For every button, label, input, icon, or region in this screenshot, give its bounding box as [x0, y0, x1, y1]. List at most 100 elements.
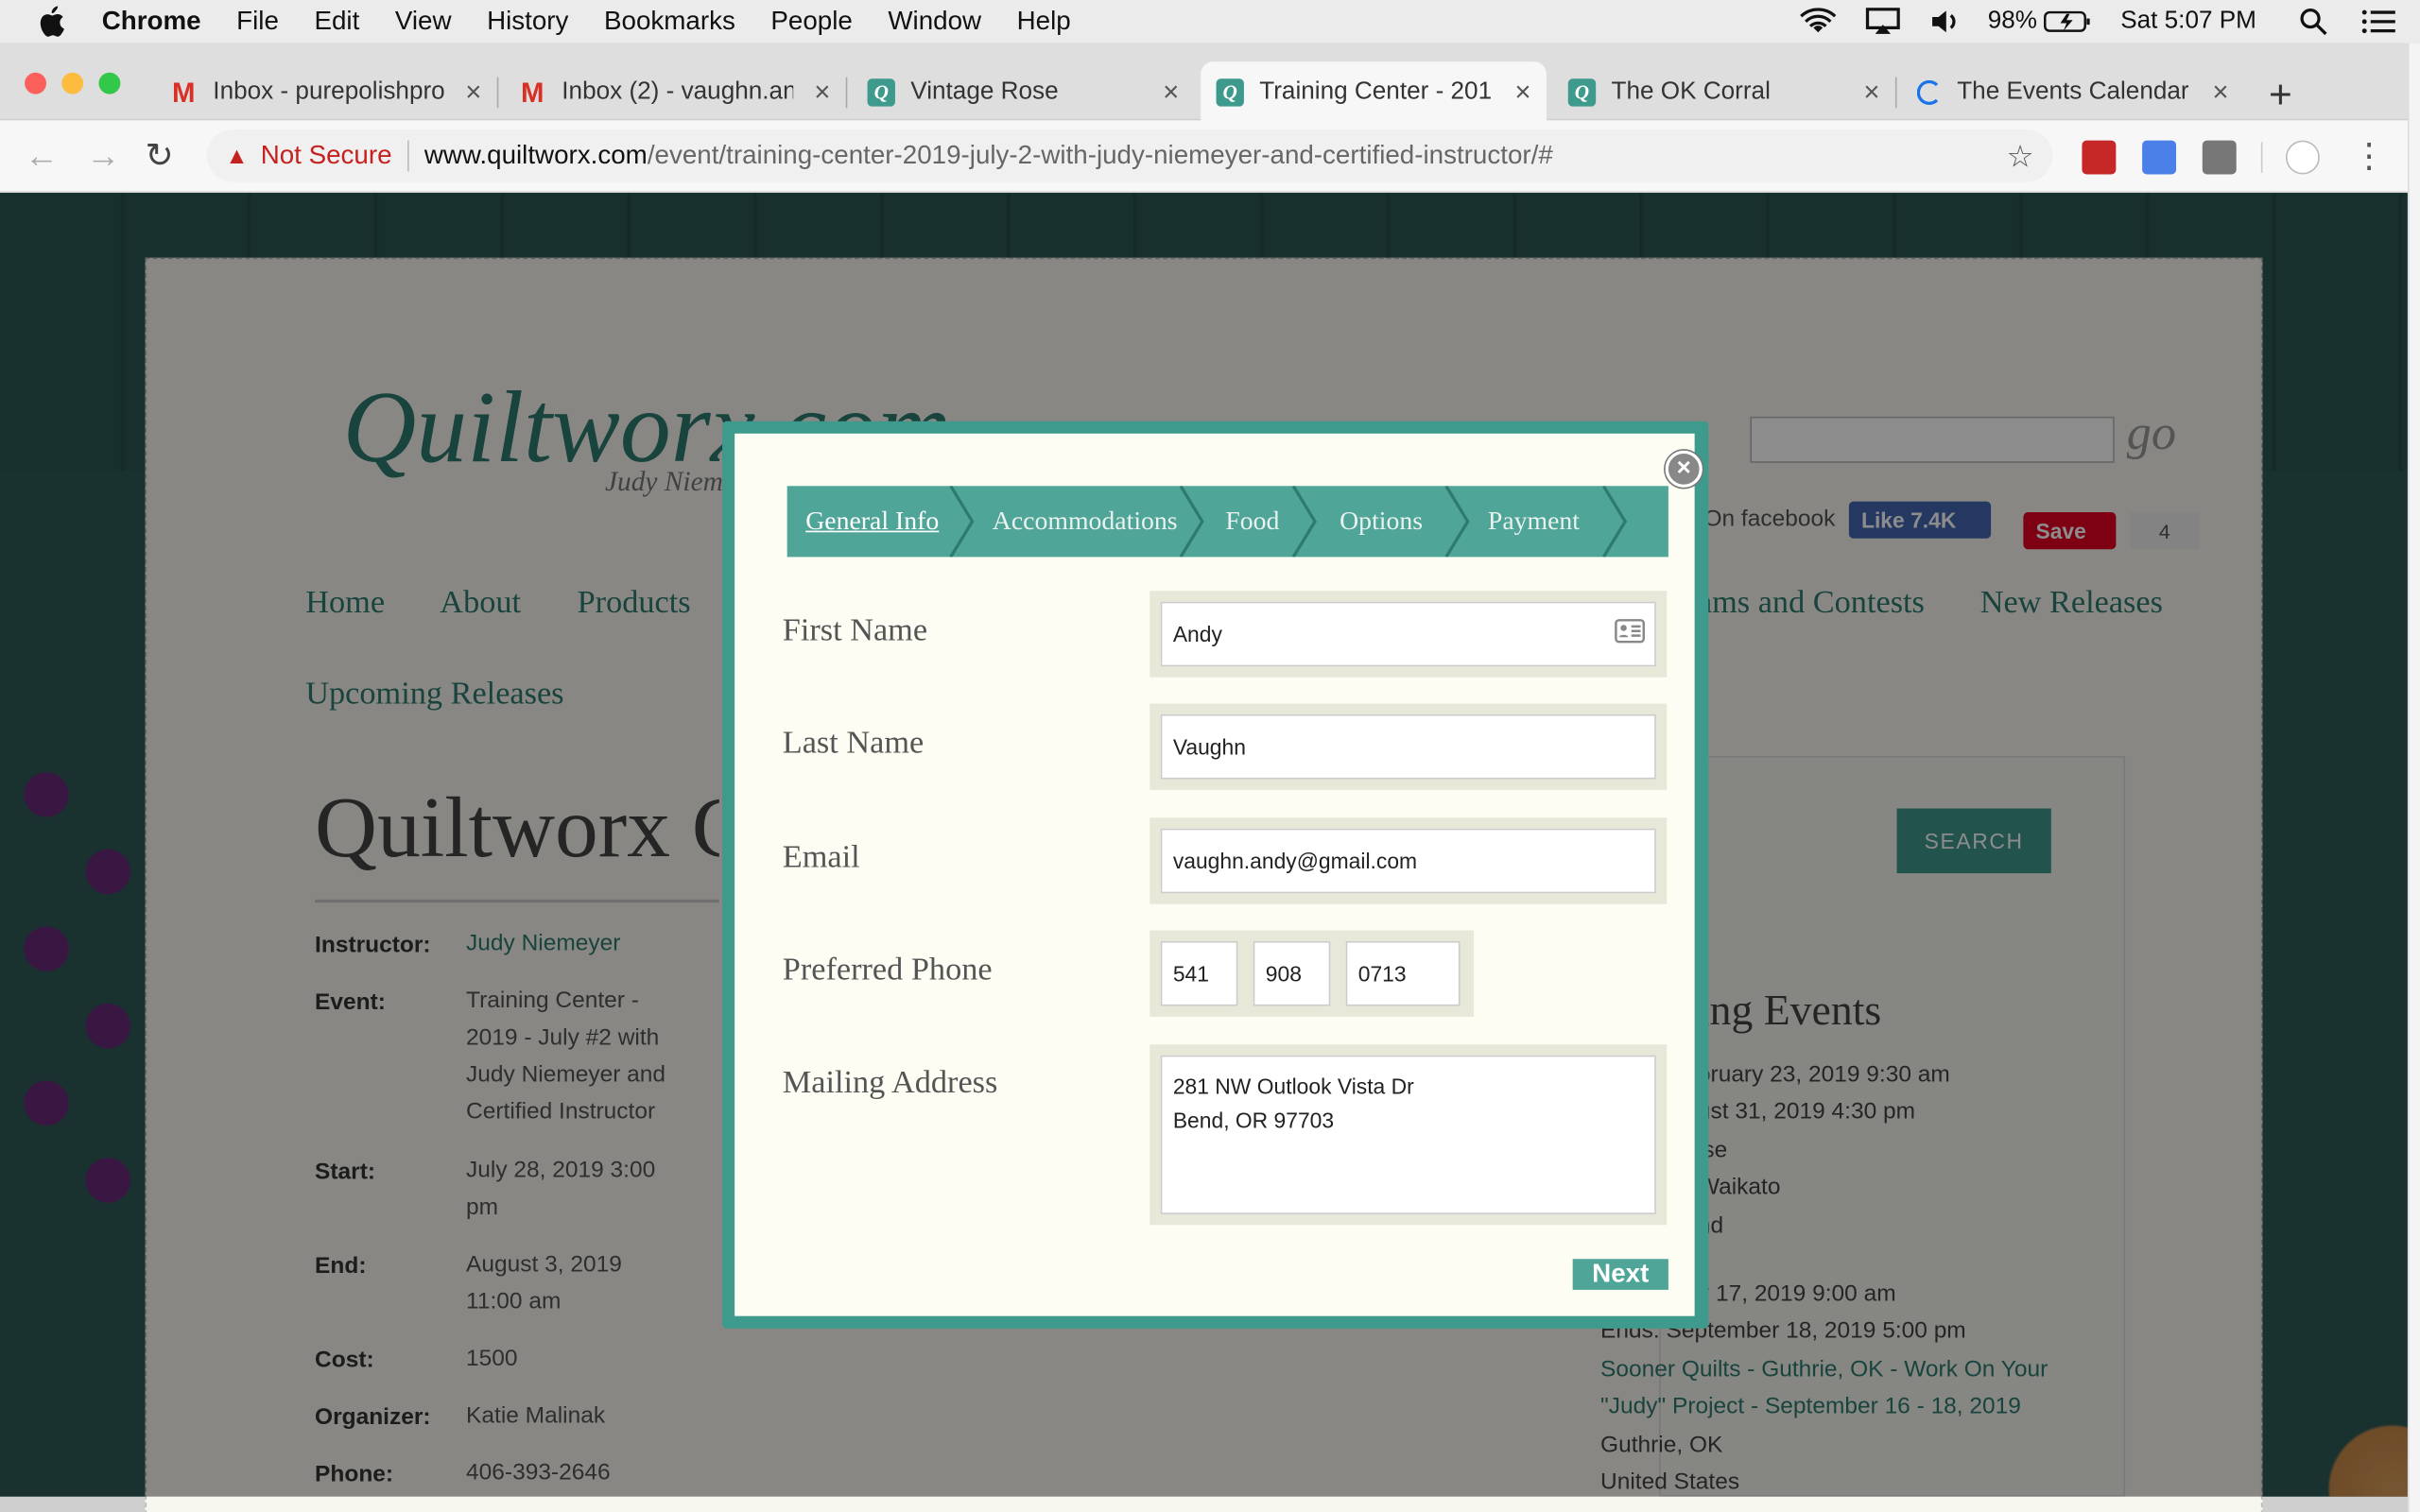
apple-icon[interactable]	[37, 6, 68, 38]
last-name-input[interactable]: Vaughn	[1160, 713, 1656, 780]
email-field[interactable]: vaughn.andy@gmail.com	[1160, 828, 1656, 894]
first-name-input[interactable]: Andy	[1160, 601, 1656, 667]
chrome-menu-icon[interactable]: ⋮	[2352, 136, 2386, 176]
step-options[interactable]: Options	[1340, 486, 1423, 557]
loading-icon	[1916, 79, 1942, 106]
toolbar-divider	[2260, 142, 2263, 173]
tab-inbox-purepolish[interactable]: M Inbox - purepolishpro ×	[154, 65, 499, 121]
tab-ok-corral[interactable]: Q The OK Corral ×	[1552, 65, 1897, 121]
tab-title: Inbox (2) - vaughn.andy	[562, 78, 793, 106]
phone-prefix-input[interactable]: 908	[1253, 940, 1331, 1006]
wifi-icon[interactable]	[1800, 8, 1837, 35]
step-chevron-icon	[949, 486, 975, 558]
step-chevron-icon	[1601, 486, 1628, 558]
contact-card-icon	[1615, 619, 1646, 644]
mailing-address-textarea[interactable]: 281 NW Outlook Vista Dr Bend, OR 97703	[1160, 1055, 1656, 1214]
menu-people[interactable]: People	[770, 7, 852, 38]
address-line-1: 281 NW Outlook Vista Dr	[1172, 1074, 1414, 1099]
mailing-address-field-wrap: 281 NW Outlook Vista Dr Bend, OR 97703	[1150, 1044, 1668, 1226]
step-chevron-icon	[1444, 486, 1470, 558]
tab-training-center[interactable]: Q Training Center - 2019 ×	[1201, 61, 1547, 122]
last-name-field-wrap: Vaughn	[1150, 703, 1668, 790]
airplay-icon[interactable]	[1864, 8, 1901, 35]
phone-area-code-input[interactable]: 541	[1160, 940, 1238, 1006]
back-arrow-icon[interactable]: ←	[25, 136, 59, 176]
email-label: Email	[782, 837, 860, 875]
tab-strip: M Inbox - purepolishpro × M Inbox (2) - …	[0, 43, 2408, 122]
reload-icon[interactable]: ↻	[145, 136, 173, 176]
last-name-label: Last Name	[782, 723, 925, 761]
tab-separator	[496, 77, 499, 109]
url-domain: www.quiltworx.com	[424, 140, 648, 170]
menu-help[interactable]: Help	[1017, 7, 1071, 38]
menu-bookmarks[interactable]: Bookmarks	[604, 7, 735, 38]
extension-paint-roller-icon[interactable]	[2202, 140, 2237, 175]
close-tab-icon[interactable]: ×	[1514, 76, 1530, 108]
bookmark-star-icon[interactable]: ☆	[2007, 136, 2034, 175]
close-tab-icon[interactable]: ×	[465, 77, 481, 109]
preferred-phone-label: Preferred Phone	[782, 950, 993, 988]
extension-lastpass-icon[interactable]	[2082, 140, 2117, 175]
menu-edit[interactable]: Edit	[314, 7, 359, 38]
first-name-field-wrap: Andy	[1150, 591, 1668, 678]
new-tab-button[interactable]: +	[2269, 71, 2292, 119]
step-chevron-icon	[1179, 486, 1204, 558]
step-chevron-icon	[1291, 486, 1317, 558]
tab-title: The OK Corral	[1611, 78, 1771, 106]
battery-status[interactable]: 98%	[1988, 8, 2093, 35]
email-field-wrap: vaughn.andy@gmail.com	[1150, 817, 1668, 904]
battery-icon	[2043, 10, 2090, 32]
quiltworx-icon: Q	[1216, 77, 1244, 106]
menu-window[interactable]: Window	[888, 7, 981, 38]
clock[interactable]: Sat 5:07 PM	[2120, 8, 2256, 35]
tab-title: Training Center - 2019	[1259, 77, 1492, 105]
tab-title: The Events Calendar	[1957, 78, 2189, 106]
step-food[interactable]: Food	[1225, 486, 1279, 557]
profile-avatar[interactable]	[2285, 140, 2320, 175]
registration-modal: × General Info Accommodations Food Optio…	[722, 421, 1709, 1329]
volume-icon[interactable]	[1929, 8, 1961, 35]
modal-body: × General Info Accommodations Food Optio…	[735, 433, 1703, 1316]
gmail-icon: M	[172, 76, 196, 108]
menu-view[interactable]: View	[395, 7, 452, 38]
step-general-info[interactable]: General Info	[805, 486, 939, 557]
macos-menubar: Chrome File Edit View History Bookmarks …	[0, 0, 2420, 43]
close-tab-icon[interactable]: ×	[2212, 77, 2228, 109]
browser-window-chrome: M Inbox - purepolishpro × M Inbox (2) - …	[0, 43, 2408, 194]
menu-app-chrome[interactable]: Chrome	[102, 7, 201, 38]
tab-title: Vintage Rose	[910, 78, 1059, 106]
tab-vintage-rose[interactable]: Q Vintage Rose ×	[852, 65, 1194, 121]
close-tab-icon[interactable]: ×	[1863, 77, 1879, 109]
menu-history[interactable]: History	[487, 7, 568, 38]
close-tab-icon[interactable]: ×	[1163, 77, 1179, 109]
page-scrollbar[interactable]	[2407, 43, 2420, 1512]
spotlight-search-icon[interactable]	[2300, 8, 2327, 36]
minimize-window-button[interactable]	[61, 72, 84, 94]
step-payment[interactable]: Payment	[1488, 486, 1580, 557]
step-accommodations[interactable]: Accommodations	[993, 486, 1178, 557]
address-bar[interactable]: ▲ Not Secure www.quiltworx.com /event/tr…	[206, 129, 2053, 182]
forward-arrow-icon[interactable]: →	[86, 136, 120, 176]
notification-center-icon[interactable]	[2361, 8, 2395, 35]
tab-events-calendar[interactable]: The Events Calendar ×	[1901, 65, 2243, 121]
menu-file[interactable]: File	[236, 7, 279, 38]
close-tab-icon[interactable]: ×	[814, 77, 830, 109]
zoom-window-button[interactable]	[98, 72, 121, 94]
warning-triangle-icon: ▲	[225, 143, 249, 169]
quiltworx-icon: Q	[1567, 78, 1597, 107]
tab-inbox-vaughn[interactable]: M Inbox (2) - vaughn.andy ×	[503, 65, 848, 121]
extension-translate-icon[interactable]	[2142, 140, 2177, 175]
address-line-2: Bend, OR 97703	[1172, 1108, 1335, 1133]
mailing-address-label: Mailing Address	[782, 1062, 998, 1101]
omnibox-divider	[406, 140, 409, 172]
close-icon[interactable]: ×	[1665, 450, 1703, 488]
first-name-value: Andy	[1172, 621, 1222, 647]
security-indicator[interactable]: Not Secure	[261, 141, 392, 172]
gmail-icon: M	[521, 76, 544, 108]
step-progress-bar: General Info Accommodations Food Options…	[786, 486, 1668, 558]
quiltworx-icon: Q	[867, 78, 895, 107]
close-window-button[interactable]	[25, 72, 46, 94]
next-button[interactable]: Next	[1572, 1259, 1668, 1290]
phone-line-input[interactable]: 0713	[1345, 940, 1461, 1006]
first-name-label: First Name	[782, 610, 928, 648]
